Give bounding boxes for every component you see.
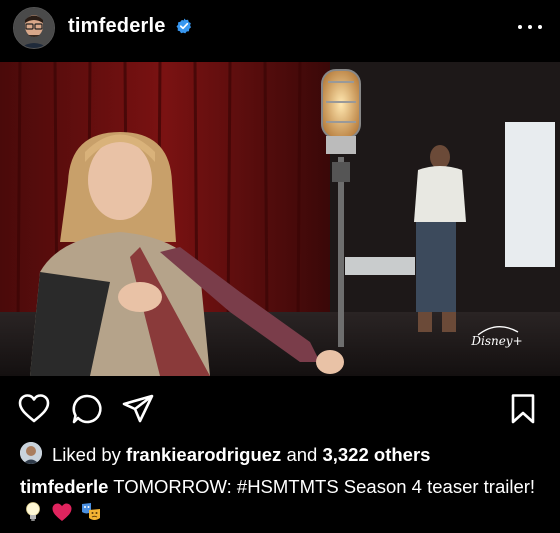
heart-outline-icon[interactable] [17, 392, 51, 426]
red-heart-emoji-icon [52, 503, 72, 521]
post-caption: timfederle TOMORROW: #HSMTMTS Season 4 t… [20, 474, 540, 526]
liker-avatar[interactable] [20, 442, 42, 464]
paper-plane-icon[interactable] [121, 392, 155, 426]
likes-prefix: Liked by [52, 444, 121, 465]
performing-arts-emoji-icon [82, 503, 101, 520]
comment-bubble-icon[interactable] [70, 392, 104, 426]
caption-username[interactable]: timfederle [20, 476, 108, 497]
likes-summary: Liked by frankiearodriguez and 3,322 oth… [20, 441, 550, 469]
svg-text:Disney+: Disney+ [470, 334, 522, 348]
liker-username[interactable]: frankiearodriguez [126, 444, 281, 465]
likes-connector: and [286, 444, 318, 465]
likes-count[interactable]: 3,322 others [322, 444, 430, 465]
bookmark-outline-icon[interactable] [506, 392, 540, 426]
post-actions-bar [0, 376, 560, 438]
more-options-button[interactable] [516, 20, 544, 34]
post-image: Disney+ [0, 62, 560, 376]
post-media[interactable]: Disney+ [0, 62, 560, 376]
verified-badge-icon [176, 18, 191, 34]
post-username[interactable]: timfederle [68, 15, 166, 38]
post-header: timfederle [0, 0, 560, 62]
profile-avatar[interactable] [13, 7, 55, 49]
caption-text: TOMORROW: #HSMTMTS Season 4 teaser trail… [113, 476, 536, 497]
more-horizontal-icon [518, 25, 522, 29]
lightbulb-emoji-icon [26, 502, 40, 521]
